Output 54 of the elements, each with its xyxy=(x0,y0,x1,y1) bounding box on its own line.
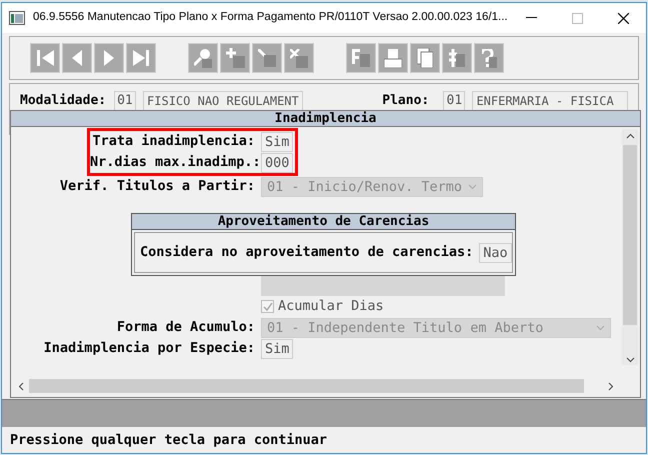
value-field[interactable]: Nao xyxy=(479,242,512,262)
add-button[interactable] xyxy=(220,43,250,73)
print-button[interactable] xyxy=(378,43,408,73)
scroll-left-icon xyxy=(18,382,24,390)
field-label: Inadimplencia por Especie: xyxy=(44,340,255,356)
search-button[interactable] xyxy=(188,43,218,73)
previous-icon xyxy=(72,50,82,66)
status-message: Pressione qualquer tecla para continuar xyxy=(10,430,327,450)
edit-button[interactable] xyxy=(252,43,282,73)
copy-icon xyxy=(417,48,433,68)
scroll-thumb[interactable] xyxy=(623,145,637,325)
dropdown-icon xyxy=(596,324,605,330)
app-icon xyxy=(9,11,25,25)
dropdown-icon xyxy=(468,184,477,190)
field-label: Considera no aproveitamento de carencias: xyxy=(140,243,474,262)
field-label: Modalidade: xyxy=(20,92,108,110)
value-field[interactable]: Sim xyxy=(261,132,294,152)
first-record-button[interactable] xyxy=(30,43,60,73)
help-icon xyxy=(482,48,496,68)
previous-button[interactable] xyxy=(62,43,92,73)
first-record-icon xyxy=(36,50,54,66)
print-icon xyxy=(384,48,402,68)
letter-f-icon xyxy=(352,49,370,67)
window-title: 06.9.5556 Manutencao Tipo Plano x Forma Pagamento PR/0110T Versao 2.00.00.023 16/1... xyxy=(33,10,508,26)
edit-icon xyxy=(258,49,276,67)
add-icon xyxy=(226,48,244,68)
search-icon xyxy=(194,48,212,68)
last-record-button[interactable] xyxy=(126,43,156,73)
field-label: Nr.dias max.inadimp.: xyxy=(90,154,261,170)
scroll-right-icon xyxy=(608,382,614,390)
field-label: Trata inadimplencia: xyxy=(92,133,255,150)
copy-button[interactable] xyxy=(410,43,440,73)
scroll-down-icon xyxy=(626,357,634,363)
next-icon xyxy=(104,50,114,66)
popup-title: Aproveitamento de Carencias xyxy=(132,214,515,230)
close-icon xyxy=(618,12,628,24)
field-label: Plano: xyxy=(381,92,430,110)
minimize-icon xyxy=(526,17,536,19)
maximize-icon xyxy=(572,12,582,24)
field-label: Verif. Titulos a Partir: xyxy=(60,178,255,194)
last-record-icon xyxy=(133,50,149,66)
vertical-scrollbar[interactable] xyxy=(622,129,638,365)
delete-icon xyxy=(290,48,308,68)
help-button[interactable] xyxy=(474,43,504,73)
dropdown-field[interactable] xyxy=(261,276,505,296)
value-field[interactable]: 000 xyxy=(261,152,294,172)
dialog-title: Inadimplencia xyxy=(11,111,640,127)
next-button[interactable] xyxy=(94,43,124,73)
scroll-up-icon xyxy=(626,133,634,139)
letter-f-button[interactable] xyxy=(346,43,376,73)
checkbox-label: Acumular Dias xyxy=(278,297,384,316)
delete-button[interactable] xyxy=(284,43,314,73)
value-field[interactable]: Sim xyxy=(261,338,294,358)
field-label: Forma de Acumulo: xyxy=(116,319,255,336)
